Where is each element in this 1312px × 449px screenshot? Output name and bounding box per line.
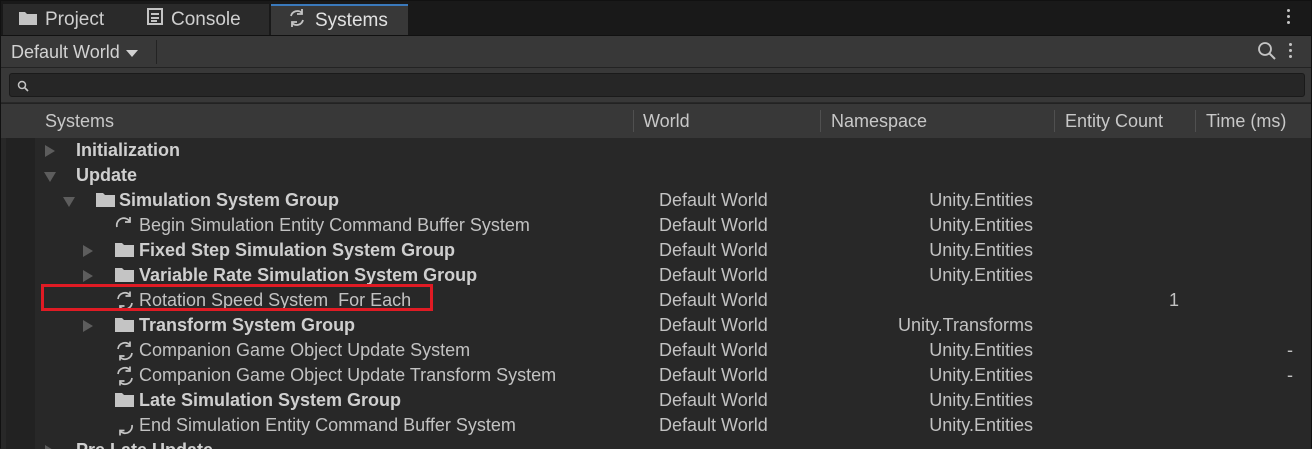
system-world: Default World xyxy=(659,240,768,260)
tree-row[interactable]: Companion Game Object Update System Defa… xyxy=(1,338,1311,363)
column-divider[interactable] xyxy=(820,110,821,132)
tab-project[interactable]: Project xyxy=(3,4,131,35)
expand-arrow-icon[interactable] xyxy=(83,245,93,257)
system-name: Fixed Step Simulation System Group xyxy=(139,240,456,260)
column-divider[interactable] xyxy=(1195,110,1196,132)
column-header-time[interactable]: Time (ms) xyxy=(1206,104,1286,138)
system-name: Variable Rate Simulation System Group xyxy=(139,265,478,285)
tab-systems-label: Systems xyxy=(315,9,388,31)
search-icon[interactable] xyxy=(1257,41,1277,66)
column-header-entity-count[interactable]: Entity Count xyxy=(1065,104,1163,138)
system-entity-count: 1 xyxy=(1169,290,1180,310)
folder-icon xyxy=(96,191,115,212)
folder-icon xyxy=(19,9,37,31)
tree-row[interactable]: Companion Game Object Update Transform S… xyxy=(1,363,1311,388)
system-name: End Simulation Entity Command Buffer Sys… xyxy=(139,415,516,435)
expand-arrow-icon[interactable] xyxy=(45,145,55,157)
system-name: Transform System Group xyxy=(139,315,356,335)
tree-row[interactable]: Initialization xyxy=(1,138,1311,163)
collapse-arrow-icon[interactable] xyxy=(63,197,75,207)
system-world: Default World xyxy=(659,290,768,310)
world-dropdown[interactable]: Default World xyxy=(11,40,138,64)
tab-systems[interactable]: Systems xyxy=(271,4,408,35)
system-world: Default World xyxy=(659,315,768,335)
column-divider[interactable] xyxy=(633,110,634,132)
system-namespace: Unity.Entities xyxy=(929,215,1033,235)
folder-icon xyxy=(115,266,134,287)
toolbar: Default World xyxy=(1,36,1311,68)
tree-row[interactable]: Pre Late Update xyxy=(1,438,1311,449)
column-headers: Systems World Namespace Entity Count Tim… xyxy=(1,103,1311,139)
begin-command-buffer-icon xyxy=(115,216,135,239)
system-world: Default World xyxy=(659,390,768,410)
tree-row[interactable]: Update xyxy=(1,163,1311,188)
system-name: Update xyxy=(76,165,138,185)
search-field-icon xyxy=(17,79,29,97)
system-world: Default World xyxy=(659,340,768,360)
column-header-namespace[interactable]: Namespace xyxy=(831,104,927,138)
column-header-systems[interactable]: Systems xyxy=(45,104,114,138)
tree-row[interactable]: Simulation System Group Default World Un… xyxy=(1,188,1311,213)
search-box[interactable] xyxy=(9,73,1305,97)
expand-arrow-icon[interactable] xyxy=(83,320,93,332)
collapse-arrow-icon[interactable] xyxy=(44,172,56,182)
expand-arrow-icon[interactable] xyxy=(83,270,93,282)
window-menu-icon[interactable] xyxy=(1287,9,1291,27)
system-name: Simulation System Group xyxy=(119,190,340,210)
system-world: Default World xyxy=(659,190,768,210)
system-namespace: Unity.Entities xyxy=(929,190,1033,210)
search-bar xyxy=(1,68,1311,102)
folder-icon xyxy=(115,241,134,262)
systems-tree: Initialization Update Simulation System … xyxy=(1,138,1311,449)
folder-icon xyxy=(115,316,134,337)
refresh-icon xyxy=(287,8,307,34)
column-header-world[interactable]: World xyxy=(643,104,690,138)
system-world: Default World xyxy=(659,215,768,235)
tab-project-label: Project xyxy=(45,8,105,30)
folder-icon xyxy=(115,391,134,412)
system-name: Companion Game Object Update Transform S… xyxy=(139,365,557,385)
system-namespace: Unity.Entities xyxy=(929,415,1033,435)
system-namespace: Unity.Entities xyxy=(929,265,1033,285)
system-world: Default World xyxy=(659,365,768,385)
tab-bar: Project Console Systems xyxy=(1,1,1311,36)
systems-window: Project Console Systems Default World Sy… xyxy=(0,0,1312,449)
system-namespace: Unity.Entities xyxy=(929,340,1033,360)
system-world: Default World xyxy=(659,415,768,435)
column-divider[interactable] xyxy=(1054,110,1055,132)
tree-row[interactable]: Begin Simulation Entity Command Buffer S… xyxy=(1,213,1311,238)
system-name: Begin Simulation Entity Command Buffer S… xyxy=(139,215,530,235)
console-icon xyxy=(147,8,163,31)
toolbar-divider xyxy=(156,40,157,64)
system-name: Rotation Speed System_For Each xyxy=(139,290,412,310)
system-namespace: Unity.Entities xyxy=(929,365,1033,385)
system-world: Default World xyxy=(659,265,768,285)
system-name: Companion Game Object Update System xyxy=(139,340,471,360)
tree-row[interactable]: Variable Rate Simulation System Group De… xyxy=(1,263,1311,288)
system-namespace: Unity.Entities xyxy=(929,240,1033,260)
caret-down-icon xyxy=(125,42,138,63)
system-time: - xyxy=(1287,365,1293,385)
tab-console[interactable]: Console xyxy=(131,4,269,35)
tree-row[interactable]: End Simulation Entity Command Buffer Sys… xyxy=(1,413,1311,438)
toolbar-menu-icon[interactable] xyxy=(1289,43,1293,61)
search-input[interactable] xyxy=(36,75,1300,97)
expand-arrow-icon[interactable] xyxy=(45,445,55,449)
tab-console-label: Console xyxy=(171,8,241,30)
system-name: Late Simulation System Group xyxy=(139,390,402,410)
system-namespace: Unity.Transforms xyxy=(897,315,1033,335)
tree-row[interactable]: Fixed Step Simulation System Group Defau… xyxy=(1,238,1311,263)
tree-row[interactable]: Transform System Group Default World Uni… xyxy=(1,313,1311,338)
system-namespace: Unity.Entities xyxy=(929,390,1033,410)
system-time: - xyxy=(1287,340,1293,360)
world-dropdown-label: Default World xyxy=(11,41,120,62)
system-name: Initialization xyxy=(76,140,181,160)
tree-row[interactable]: Late Simulation System Group Default Wor… xyxy=(1,388,1311,413)
tree-row[interactable]: Rotation Speed System_For Each Default W… xyxy=(1,288,1311,313)
